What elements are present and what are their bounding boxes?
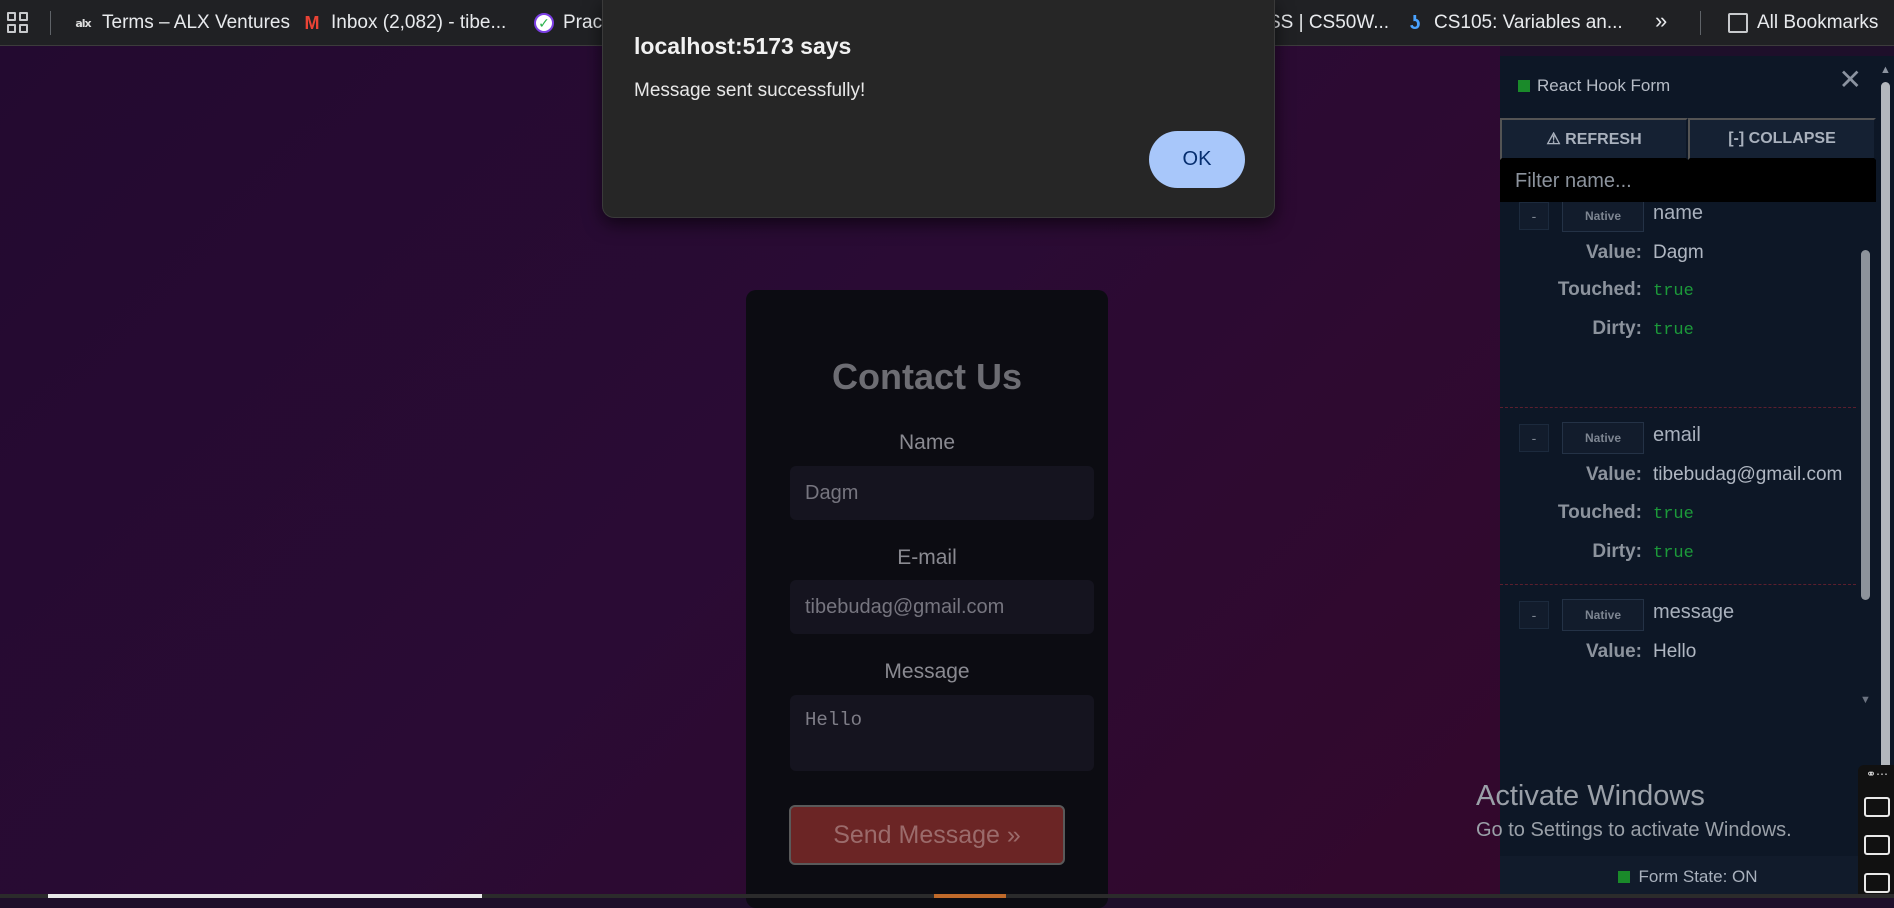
- name-input[interactable]: [790, 466, 1094, 520]
- contact-form-card: Contact Us Name E-mail Message Hello Sen…: [746, 290, 1108, 908]
- dirty-key: Dirty:: [1592, 541, 1642, 562]
- expand-toggle-button[interactable]: -: [1519, 202, 1549, 230]
- scroll-up-icon[interactable]: ▲: [1880, 64, 1891, 76]
- expand-toggle-button[interactable]: -: [1519, 424, 1549, 452]
- video-icon[interactable]: [1864, 835, 1890, 855]
- email-label: E-mail: [897, 546, 957, 569]
- link-icon[interactable]: ⚭⋯: [1866, 767, 1888, 781]
- scroll-down-icon[interactable]: ▼: [1860, 694, 1871, 706]
- bookmark-label: CS105: Variables an...: [1434, 12, 1623, 33]
- scrollbar-thumb[interactable]: [1881, 82, 1890, 802]
- dirty-value: true: [1653, 544, 1694, 563]
- bookmarks-divider: [1700, 11, 1701, 35]
- name-label: Name: [898, 431, 956, 454]
- field-divider: [1500, 407, 1856, 408]
- touched-value: true: [1653, 282, 1694, 301]
- gmail-icon: M: [304, 12, 320, 33]
- all-bookmarks-label: All Bookmarks: [1757, 12, 1879, 33]
- bookmark-alx[interactable]: alx Terms – ALX Ventures: [73, 0, 290, 46]
- folder-icon: [1728, 13, 1748, 33]
- bookmark-label: Terms – ALX Ventures: [102, 12, 290, 33]
- devtools-toolbar: ⚠ REFRESH [-] COLLAPSE: [1500, 118, 1876, 160]
- devtools-field-name: - Native name Value: Dagm Touched: true …: [1500, 202, 1856, 342]
- filter-name-input[interactable]: [1500, 160, 1876, 202]
- email-input[interactable]: [790, 580, 1094, 634]
- taskbar-indicator: [934, 894, 1006, 898]
- cs-icon: ʖ: [1409, 11, 1421, 34]
- value-key: Value:: [1586, 242, 1642, 263]
- dialog-title: localhost:5173 says: [634, 33, 852, 59]
- dirty-key: Dirty:: [1592, 318, 1642, 339]
- bookmark-label: Pract: [563, 12, 608, 33]
- dirty-value: true: [1653, 321, 1694, 340]
- devtools-title: React Hook Form: [1518, 76, 1670, 96]
- scrollbar-thumb[interactable]: [1861, 250, 1870, 600]
- collapse-button[interactable]: [-] COLLAPSE: [1688, 118, 1876, 160]
- status-square-icon: [1518, 80, 1530, 92]
- activate-windows-watermark: Activate Windows Go to Settings to activ…: [1476, 780, 1792, 842]
- devtools-field-list: - Native name Value: Dagm Touched: true …: [1500, 202, 1856, 662]
- watermark-title: Activate Windows: [1476, 780, 1705, 812]
- native-badge[interactable]: Native: [1562, 202, 1644, 232]
- native-badge[interactable]: Native: [1562, 422, 1644, 454]
- all-bookmarks[interactable]: All Bookmarks: [1728, 0, 1878, 46]
- value-key: Value:: [1586, 464, 1642, 485]
- message-label: Message: [884, 660, 970, 683]
- devtools-field-message: - Native message Value: Hello Touched: t…: [1500, 599, 1856, 662]
- react-hook-form-devtools: React Hook Form ✕ ⚠ REFRESH [-] COLLAPSE…: [1500, 56, 1876, 898]
- bookmark-cs105[interactable]: ʖ CS105: Variables an...: [1405, 0, 1623, 46]
- capture-toolbar: ⚭⋯: [1858, 765, 1894, 898]
- native-badge[interactable]: Native: [1562, 599, 1644, 631]
- window-icon[interactable]: [1864, 873, 1890, 893]
- taskbar-indicator: [48, 894, 482, 898]
- bookmarks-overflow-icon[interactable]: »: [1655, 8, 1667, 34]
- expand-toggle-button[interactable]: -: [1519, 601, 1549, 629]
- field-value: Hello: [1653, 641, 1697, 662]
- bookmarks-divider: [50, 11, 51, 35]
- field-value: tibebudag@gmail.com: [1653, 464, 1843, 485]
- checkmark-icon: ✓: [534, 13, 554, 33]
- bookmark-pract[interactable]: ✓ Pract: [534, 0, 607, 46]
- form-state-label: Form State: ON: [1638, 867, 1758, 886]
- field-name: name: [1653, 202, 1704, 224]
- bookmark-gmail[interactable]: M Inbox (2,082) - tibe...: [302, 0, 507, 46]
- send-message-button[interactable]: Send Message »: [789, 805, 1065, 865]
- alx-icon: alx: [75, 16, 91, 30]
- field-name: email: [1653, 424, 1701, 446]
- field-divider: [1500, 584, 1856, 585]
- dialog-message: Message sent successfully!: [634, 80, 866, 101]
- form-state-footer[interactable]: Form State: ON: [1500, 856, 1876, 898]
- bookmark-cs50w[interactable]: SS | CS50W...: [1268, 0, 1389, 46]
- field-value: Dagm: [1653, 242, 1704, 263]
- bookmark-label: Inbox (2,082) - tibe...: [331, 12, 507, 33]
- apps-grid-icon[interactable]: [7, 12, 29, 34]
- dialog-ok-button[interactable]: OK: [1149, 131, 1245, 188]
- touched-value: true: [1653, 505, 1694, 524]
- taskbar-strip: [0, 894, 1894, 898]
- close-icon[interactable]: ✕: [1839, 66, 1862, 94]
- field-name: message: [1653, 601, 1735, 623]
- touched-key: Touched:: [1557, 279, 1642, 300]
- devtools-title-text: React Hook Form: [1537, 76, 1671, 95]
- value-key: Value:: [1586, 641, 1642, 662]
- touched-key: Touched:: [1557, 502, 1642, 523]
- devtools-list-scrollbar[interactable]: ▲ ▼: [1856, 202, 1876, 706]
- bookmark-label: SS | CS50W...: [1268, 12, 1390, 33]
- form-title: Contact Us: [831, 356, 1023, 397]
- status-square-icon: [1618, 871, 1631, 883]
- devtools-field-email: - Native email Value: tibebudag@gmail.co…: [1500, 422, 1856, 572]
- camera-icon[interactable]: [1864, 797, 1890, 817]
- watermark-subtitle: Go to Settings to activate Windows.: [1476, 819, 1792, 841]
- alert-dialog: localhost:5173 says Message sent success…: [602, 0, 1275, 218]
- message-textarea[interactable]: Hello: [790, 695, 1094, 771]
- refresh-button[interactable]: ⚠ REFRESH: [1500, 118, 1688, 160]
